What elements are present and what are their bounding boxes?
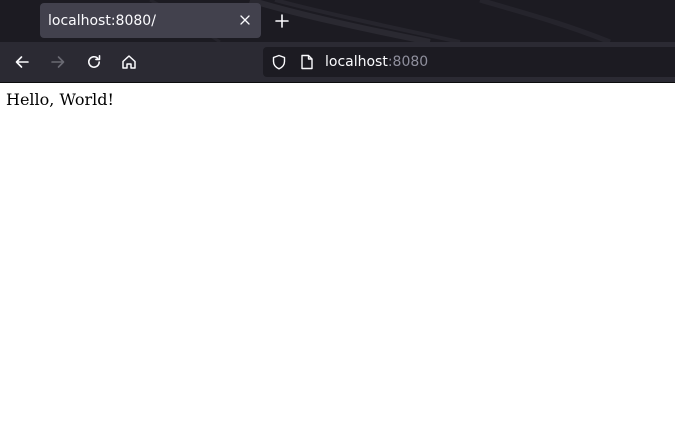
home-button[interactable]	[119, 52, 139, 72]
tab-strip: localhost:8080/	[0, 0, 675, 42]
arrow-left-icon	[15, 56, 29, 68]
home-icon	[122, 55, 136, 69]
page-body-text: Hello, World!	[6, 90, 114, 109]
page-content: Hello, World!	[0, 83, 675, 445]
reload-icon	[88, 55, 101, 68]
arrow-right-icon	[51, 56, 65, 68]
reload-button[interactable]	[84, 52, 104, 72]
url-bar[interactable]: localhost:8080	[263, 47, 675, 77]
shield-icon[interactable]	[271, 54, 287, 70]
plus-icon	[275, 14, 289, 28]
url-port: :8080	[387, 54, 429, 70]
forward-button[interactable]	[48, 52, 68, 72]
tab-title: localhost:8080/	[48, 12, 156, 29]
page-icon[interactable]	[299, 54, 315, 70]
new-tab-button[interactable]	[272, 11, 292, 31]
url-text[interactable]: localhost:8080	[325, 53, 428, 71]
navigation-toolbar: localhost:8080	[0, 42, 675, 82]
tab-active[interactable]: localhost:8080/	[40, 3, 261, 38]
close-icon[interactable]	[237, 12, 253, 28]
back-button[interactable]	[12, 52, 32, 72]
url-host: localhost	[325, 54, 388, 70]
